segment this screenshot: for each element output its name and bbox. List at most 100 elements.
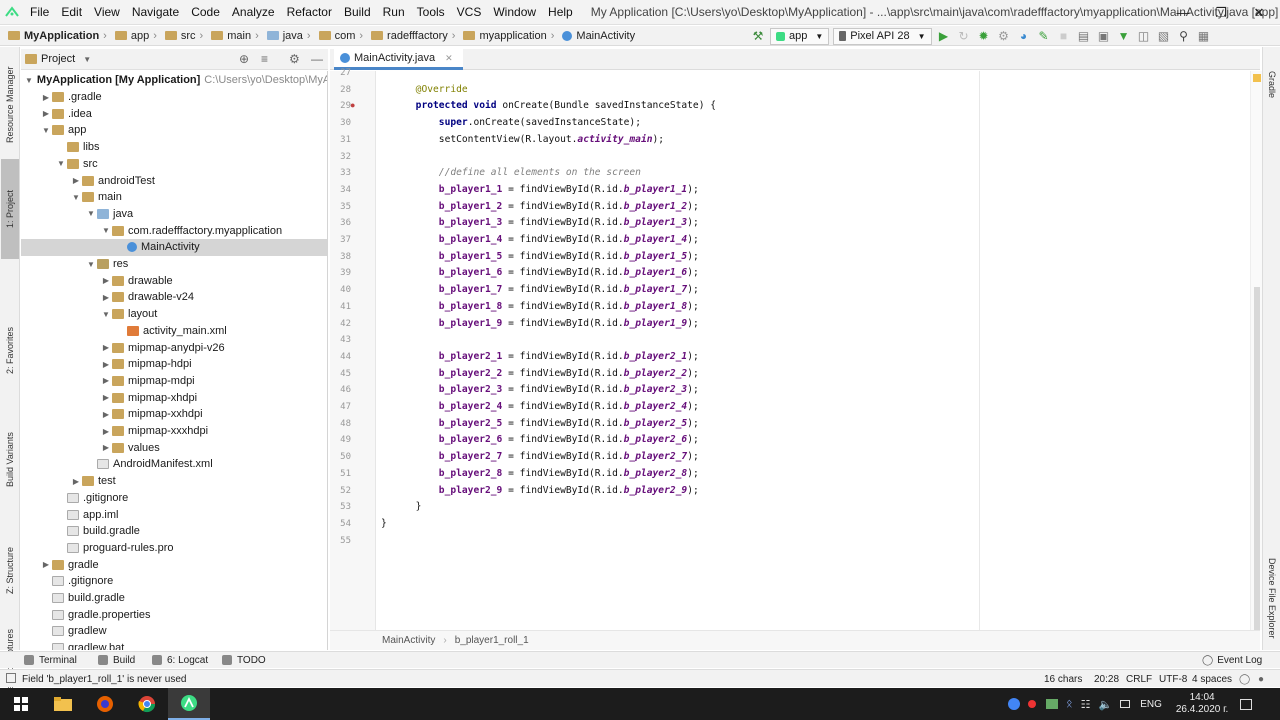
collapse-arrow-icon[interactable]: ▶ <box>40 109 52 118</box>
close-icon[interactable]: ✕ <box>445 53 453 64</box>
tree-item[interactable]: ▶ mipmap-hdpi <box>21 356 327 373</box>
tool-tab-2-favorites[interactable]: 2: Favorites <box>1 305 19 395</box>
menu-navigate[interactable]: Navigate <box>126 0 185 25</box>
tree-item[interactable]: activity_main.xml <box>21 323 327 340</box>
tree-item[interactable]: ▶ test <box>21 473 327 490</box>
apply-changes-icon[interactable]: ✎ <box>1034 27 1054 45</box>
clock[interactable]: 14:04 26.4.2020 г. <box>1176 692 1228 716</box>
tool-tab-z-structure[interactable]: Z: Structure <box>1 525 19 615</box>
tree-item[interactable]: build.gradle <box>21 523 327 540</box>
menu-refactor[interactable]: Refactor <box>281 0 338 25</box>
tool-window-todo[interactable]: TODO <box>214 655 274 666</box>
tree-item[interactable]: proguard-rules.pro <box>21 540 327 557</box>
menu-view[interactable]: View <box>88 0 126 25</box>
collapse-arrow-icon[interactable]: ▶ <box>100 376 112 385</box>
breadcrumb-item-mainactivity[interactable]: MainActivity <box>560 30 637 42</box>
tree-item[interactable]: AndroidManifest.xml <box>21 456 327 473</box>
menu-edit[interactable]: Edit <box>55 0 88 25</box>
battery-icon[interactable] <box>1120 700 1131 708</box>
collapse-arrow-icon[interactable]: ▶ <box>70 477 82 486</box>
profile-icon[interactable]: ◕ <box>1014 27 1034 45</box>
tree-item[interactable]: ▶ .gradle <box>21 89 327 106</box>
breadcrumb-item-main[interactable]: main › <box>209 30 265 42</box>
minimize-button[interactable]: — <box>1164 0 1202 25</box>
tree-item[interactable]: ▼ MyApplication [My Application] C:\Users\… <box>21 72 327 89</box>
settings-icon[interactable]: ▧ <box>1154 27 1174 45</box>
bluetooth-icon[interactable]: ᛟ <box>1066 698 1073 710</box>
tree-item[interactable]: ▶ mipmap-mdpi <box>21 373 327 390</box>
run-config-select[interactable]: app ▼ <box>770 27 830 45</box>
collapse-all-icon[interactable]: ≡ <box>261 52 268 66</box>
tree-item[interactable]: app.iml <box>21 506 327 523</box>
collapse-arrow-icon[interactable]: ▶ <box>100 293 112 302</box>
collapse-arrow-icon[interactable]: ▶ <box>100 343 112 352</box>
tool-window-terminal[interactable]: Terminal <box>16 655 85 666</box>
network-tray-icon[interactable] <box>1046 699 1058 709</box>
tree-item[interactable]: MainActivity <box>21 239 327 256</box>
menu-window[interactable]: Window <box>487 0 542 25</box>
expand-arrow-icon[interactable]: ▼ <box>100 226 112 235</box>
collapse-arrow-icon[interactable]: ▶ <box>100 276 112 285</box>
close-button[interactable]: ✕ <box>1240 0 1278 25</box>
tree-item[interactable]: ▶ .idea <box>21 105 327 122</box>
expand-arrow-icon[interactable]: ▼ <box>70 193 82 202</box>
locate-icon[interactable]: ⊕ <box>239 52 249 66</box>
layout-inspector-icon[interactable]: ◫ <box>1134 27 1154 45</box>
indent-setting[interactable]: 4 spaces <box>1192 670 1232 688</box>
tree-item[interactable]: ▼ src <box>21 156 327 173</box>
collapse-arrow-icon[interactable]: ▶ <box>100 393 112 402</box>
breadcrumb-item-java[interactable]: java › <box>265 30 317 42</box>
event-log-button[interactable]: ◯ Event Log <box>1194 655 1270 666</box>
menu-build[interactable]: Build <box>338 0 377 25</box>
tree-item[interactable]: ▶ mipmap-xhdpi <box>21 389 327 406</box>
sdk-manager-icon[interactable]: ▼ <box>1114 27 1134 45</box>
menu-tools[interactable]: Tools <box>411 0 451 25</box>
tool-tab-resource-manager[interactable]: Resource Manager <box>1 55 19 155</box>
editor-breadcrumb-item[interactable]: b_player1_roll_1 <box>455 635 529 646</box>
menu-vcs[interactable]: VCS <box>451 0 488 25</box>
android-studio-taskbar-icon[interactable] <box>168 688 210 720</box>
file-explorer-icon[interactable] <box>42 688 84 720</box>
chrome-icon[interactable] <box>126 688 168 720</box>
tree-item[interactable]: ▶ mipmap-anydpi-v26 <box>21 339 327 356</box>
avd-manager-icon[interactable]: ▣ <box>1094 27 1114 45</box>
tree-item[interactable]: ▼ main <box>21 189 327 206</box>
tool-window-6-logcat[interactable]: 6: Logcat <box>144 655 216 666</box>
expand-arrow-icon[interactable]: ▼ <box>85 209 97 218</box>
tree-item[interactable]: ▶ drawable-v24 <box>21 289 327 306</box>
search-icon[interactable]: ⚲ <box>1174 27 1194 45</box>
editor-scrollbar[interactable] <box>1250 71 1262 632</box>
project-view-label[interactable]: Project <box>41 53 75 65</box>
wifi-icon[interactable]: ☷ <box>1081 698 1091 711</box>
menu-run[interactable]: Run <box>377 0 411 25</box>
menu-analyze[interactable]: Analyze <box>226 0 281 25</box>
run-icon[interactable]: ▶ <box>934 27 954 45</box>
grid-icon[interactable]: ▦ <box>1194 27 1214 45</box>
hammer-icon[interactable]: ⚒ <box>748 27 768 45</box>
breadcrumb-item-radefffactory[interactable]: radefffactory › <box>369 30 461 42</box>
collapse-arrow-icon[interactable]: ▶ <box>40 560 52 569</box>
firefox-icon[interactable] <box>84 688 126 720</box>
collapse-arrow-icon[interactable]: ▶ <box>70 176 82 185</box>
expand-arrow-icon[interactable]: ▼ <box>100 310 112 319</box>
inspector-icon[interactable]: ● <box>1258 670 1264 688</box>
expand-arrow-icon[interactable]: ▼ <box>55 159 67 168</box>
breadcrumb-item-app[interactable]: app › <box>113 30 163 42</box>
tree-item[interactable]: ▶ values <box>21 439 327 456</box>
chevron-down-icon[interactable]: ▼ <box>83 55 91 64</box>
menu-file[interactable]: File <box>24 0 55 25</box>
breadcrumb-item-myapplication[interactable]: myapplication › <box>461 30 560 42</box>
collapse-arrow-icon[interactable]: ▶ <box>100 360 112 369</box>
tree-item[interactable]: libs <box>21 139 327 156</box>
breadcrumb-item-src[interactable]: src › <box>163 30 209 42</box>
rerun-icon[interactable]: ↻ <box>954 27 974 45</box>
gear-icon[interactable]: ⚙ <box>289 52 300 66</box>
tree-item[interactable]: .gitignore <box>21 573 327 590</box>
status-message[interactable]: Field 'b_player1_roll_1' is never used <box>22 670 186 688</box>
notifications-icon[interactable] <box>1240 698 1253 710</box>
tool-tab-1-project[interactable]: 1: Project <box>1 159 19 259</box>
tool-window-build[interactable]: Build <box>90 655 143 666</box>
chrome-tray-icon[interactable] <box>1008 698 1020 710</box>
tool-tab-device-file-explorer[interactable]: Device File Explorer <box>1263 543 1280 653</box>
collapse-arrow-icon[interactable]: ▶ <box>40 93 52 102</box>
